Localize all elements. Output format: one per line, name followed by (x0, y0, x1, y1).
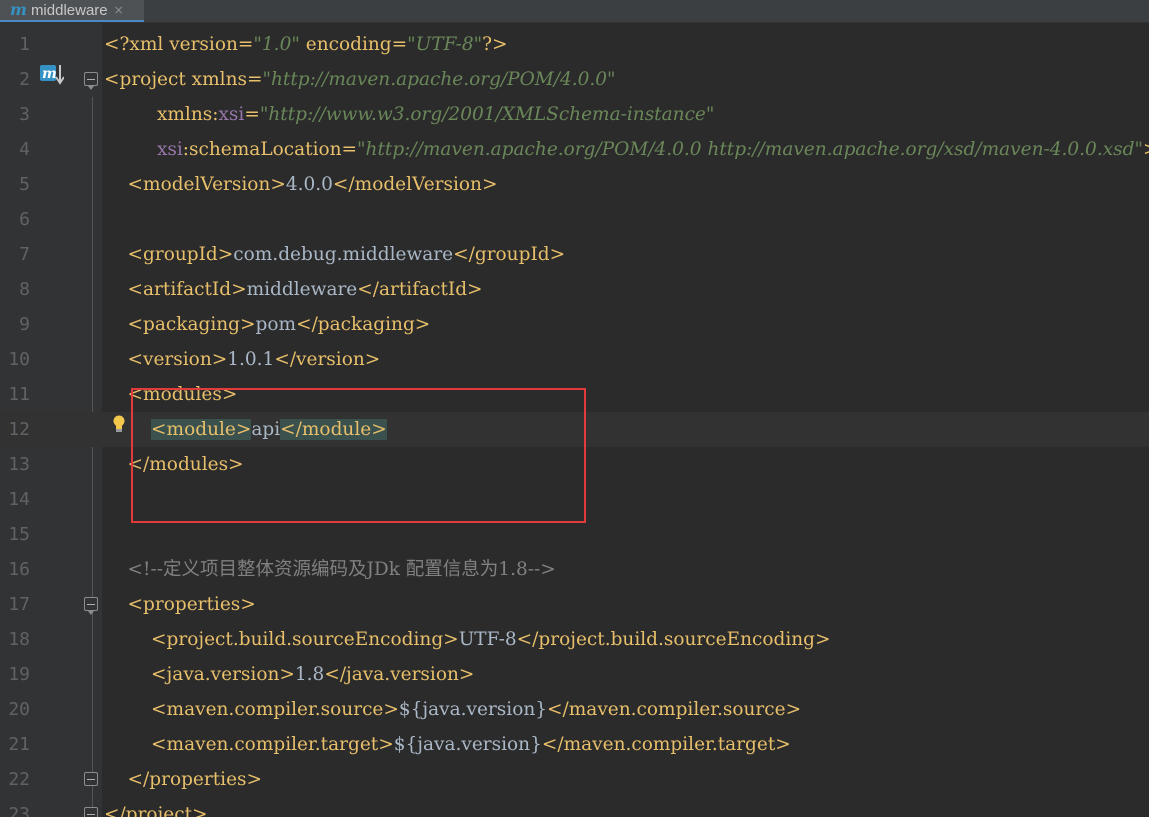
code-text[interactable]: <maven.compiler.source>${java.version}</… (104, 692, 801, 727)
code-text[interactable]: <!--定义项目整体资源编码及JDk 配置信息为1.8--> (104, 552, 556, 587)
code-line[interactable]: 4 xsi:schemaLocation="http://maven.apach… (0, 132, 1149, 167)
code-line[interactable]: 17 <properties> (0, 587, 1149, 622)
code-text[interactable]: <?xml version="1.0" encoding="UTF-8"?> (104, 27, 508, 62)
fold-icon[interactable] (84, 72, 98, 90)
code-line[interactable]: 21 <maven.compiler.target>${java.version… (0, 727, 1149, 762)
code-text[interactable]: <packaging>pom</packaging> (104, 307, 431, 342)
line-number: 15 (8, 524, 30, 545)
code-text[interactable]: xmlns:xsi="http://www.w3.org/2001/XMLSch… (104, 97, 714, 132)
line-number: 12 (8, 419, 30, 440)
fold-icon[interactable] (84, 597, 98, 615)
line-number: 21 (8, 734, 30, 755)
line-number: 16 (8, 559, 30, 580)
code-line[interactable]: 8 <artifactId>middleware</artifactId> (0, 272, 1149, 307)
code-text[interactable]: <version>1.0.1</version> (104, 342, 381, 377)
line-number: 14 (8, 489, 30, 510)
code-line[interactable]: 16 <!--定义项目整体资源编码及JDk 配置信息为1.8--> (0, 552, 1149, 587)
code-line[interactable]: 6 (0, 202, 1149, 237)
code-editor[interactable]: 1 <?xml version="1.0" encoding="UTF-8"?> 2… (0, 22, 1149, 817)
code-text[interactable]: </project> (104, 797, 208, 817)
code-line[interactable]: 18 <project.build.sourceEncoding>UTF-8</… (0, 622, 1149, 657)
line-number: 19 (8, 664, 30, 685)
code-line[interactable]: 1 <?xml version="1.0" encoding="UTF-8"?> (0, 27, 1149, 62)
code-line[interactable]: 19 <java.version>1.8</java.version> (0, 657, 1149, 692)
code-line[interactable]: 20 <maven.compiler.source>${java.version… (0, 692, 1149, 727)
code-text[interactable]: <project.build.sourceEncoding>UTF-8</pro… (104, 622, 830, 657)
code-text[interactable]: <maven.compiler.target>${java.version}</… (104, 727, 791, 762)
line-number: 7 (19, 244, 30, 265)
line-number: 20 (8, 699, 30, 720)
maven-reload-icon[interactable]: m (40, 63, 64, 87)
code-line[interactable]: 5 <modelVersion>4.0.0</modelVersion> (0, 167, 1149, 202)
line-number: 22 (8, 769, 30, 790)
line-number: 2 (19, 69, 30, 90)
code-line[interactable]: 22 </properties> (0, 762, 1149, 797)
line-number: 1 (19, 34, 30, 55)
line-number: 23 (8, 804, 30, 817)
code-text[interactable]: xsi:schemaLocation="http://maven.apache.… (104, 132, 1149, 167)
highlight-annotation-box (131, 388, 586, 523)
line-number: 8 (19, 279, 30, 300)
code-text[interactable]: </properties> (104, 762, 263, 797)
close-icon[interactable]: × (114, 3, 124, 17)
lightbulb-icon[interactable] (112, 415, 126, 433)
line-number: 11 (8, 384, 30, 405)
code-text[interactable]: <properties> (104, 587, 256, 622)
line-number: 4 (19, 139, 30, 160)
code-line[interactable]: 23 </project> (0, 797, 1149, 817)
code-line[interactable]: 7 <groupId>com.debug.middleware</groupId… (0, 237, 1149, 272)
line-number: 10 (8, 349, 30, 370)
svg-text:m: m (42, 66, 57, 82)
editor-tab-bar: m middleware × (0, 0, 1149, 23)
line-number: 13 (8, 454, 30, 475)
line-number: 9 (19, 314, 30, 335)
line-number: 3 (19, 104, 30, 125)
tab-middleware[interactable]: m middleware × (0, 0, 144, 22)
code-text[interactable]: <groupId>com.debug.middleware</groupId> (104, 237, 566, 272)
line-number: 5 (19, 174, 30, 195)
code-line[interactable]: 10 <version>1.0.1</version> (0, 342, 1149, 377)
fold-icon[interactable] (84, 807, 98, 817)
line-number: 17 (8, 594, 30, 615)
fold-icon[interactable] (84, 772, 98, 786)
code-text[interactable]: <project xmlns="http://maven.apache.org/… (104, 62, 616, 97)
maven-module-icon: m (10, 0, 27, 19)
code-text[interactable]: <java.version>1.8</java.version> (104, 657, 474, 692)
code-line[interactable]: 2 <project xmlns="http://maven.apache.org… (0, 62, 1149, 97)
code-text[interactable]: <artifactId>middleware</artifactId> (104, 272, 483, 307)
line-number: 18 (8, 629, 30, 650)
tab-label: middleware (30, 1, 108, 19)
code-line[interactable]: 3 xmlns:xsi="http://www.w3.org/2001/XMLS… (0, 97, 1149, 132)
line-number: 6 (19, 209, 30, 230)
code-text[interactable]: <modelVersion>4.0.0</modelVersion> (104, 167, 498, 202)
code-line[interactable]: 9 <packaging>pom</packaging> (0, 307, 1149, 342)
